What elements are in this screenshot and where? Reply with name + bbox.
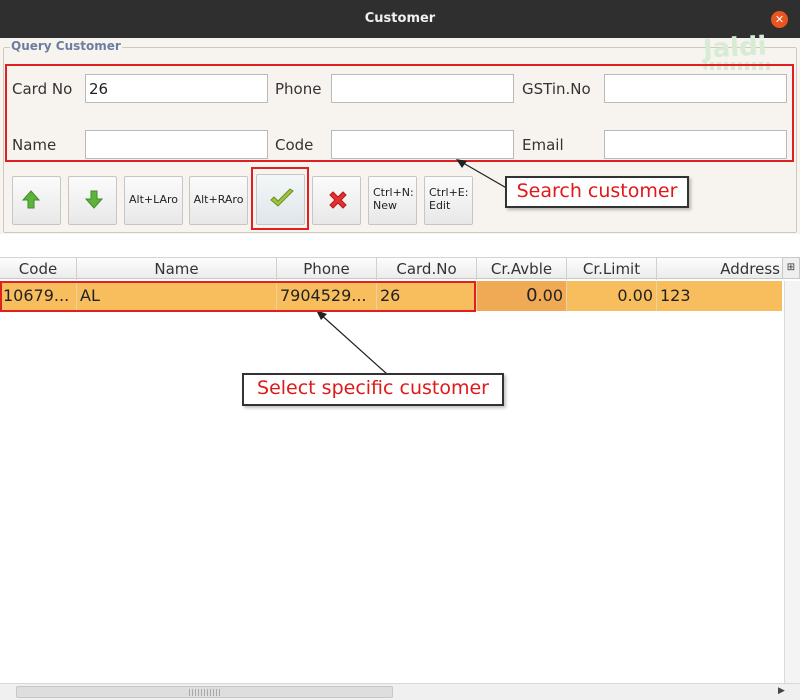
column-header-phone[interactable]: Phone <box>277 258 377 280</box>
ok-button[interactable] <box>256 174 305 225</box>
new-text: New <box>373 199 397 212</box>
cell-address: 123 <box>660 286 691 305</box>
edit-button[interactable]: Ctrl+E: Edit <box>424 176 473 225</box>
phone-label: Phone <box>275 80 322 98</box>
column-header-address[interactable]: Address <box>657 258 782 280</box>
cell-cr-avble[interactable]: 0.00 <box>477 281 567 311</box>
code-label: Code <box>275 136 314 154</box>
horizontal-scrollbar[interactable]: ▶ <box>0 683 800 700</box>
alt-left-button[interactable]: Alt+LAro <box>124 176 183 225</box>
edit-text: Edit <box>429 199 451 212</box>
cell-card-no: 26 <box>377 281 477 311</box>
search-customer-callout: Search customer <box>505 176 689 208</box>
cell-phone: 7904529... <box>277 281 377 311</box>
name-input[interactable] <box>85 130 268 159</box>
cell-cr-avble-dec: .00 <box>537 286 563 305</box>
window-titlebar: Customer ✕ <box>0 0 800 38</box>
column-header-cr-limit[interactable]: Cr.Limit <box>567 258 657 280</box>
column-header-cr-avble[interactable]: Cr.Avble <box>477 258 567 280</box>
query-legend: Query Customer <box>10 39 122 53</box>
move-up-button[interactable] <box>12 176 61 225</box>
select-arrow-head <box>316 310 327 320</box>
email-label: Email <box>522 136 564 154</box>
column-header-card-no[interactable]: Card.No <box>377 258 477 280</box>
cell-cr-limit: 0.00 <box>567 281 657 311</box>
table-row[interactable]: 10679... AL 7904529... 26 0.00 0.00 123 <box>0 281 782 311</box>
arrow-down-icon <box>84 190 104 209</box>
new-button-label: Ctrl+N: New <box>373 186 414 212</box>
watermark-logo: Jaldi <box>702 31 768 65</box>
name-label: Name <box>12 136 57 154</box>
edit-shortcut: Ctrl+E: <box>429 186 469 199</box>
watermark-decoration <box>703 62 773 70</box>
dialog-body: Query Customer Jaldi Card No Phone GSTin… <box>0 31 800 700</box>
alt-left-label: Alt+LAro <box>128 193 179 206</box>
column-header-name[interactable]: Name <box>77 258 277 280</box>
table-header: Code Name Phone Card.No Cr.Avble Cr.Limi… <box>0 257 782 280</box>
code-input[interactable] <box>331 130 514 159</box>
x-icon <box>329 191 347 209</box>
vertical-scrollbar[interactable]: ▼ <box>784 281 800 700</box>
column-header-code[interactable]: Code <box>0 258 77 280</box>
column-config-icon[interactable]: ⊞ <box>782 257 800 279</box>
edit-button-label: Ctrl+E: Edit <box>429 186 468 212</box>
alt-right-button[interactable]: Alt+RAro <box>189 176 248 225</box>
email-input[interactable] <box>604 130 787 159</box>
close-icon[interactable]: ✕ <box>771 11 788 28</box>
window-title: Customer <box>364 11 436 26</box>
card-no-input[interactable] <box>85 74 268 103</box>
scroll-grip <box>189 689 221 696</box>
cancel-button[interactable] <box>312 176 361 225</box>
gstin-input[interactable] <box>604 74 787 103</box>
new-shortcut: Ctrl+N: <box>373 186 414 199</box>
select-customer-callout: Select specific customer <box>242 373 504 406</box>
new-button[interactable]: Ctrl+N: New <box>368 176 417 225</box>
move-down-button[interactable] <box>68 176 117 225</box>
card-no-label: Card No <box>12 80 73 98</box>
select-arrow-line <box>317 311 388 375</box>
cell-code: 10679... <box>0 281 77 311</box>
gstin-label: GSTin.No <box>522 80 591 98</box>
checkmark-icon <box>270 188 294 207</box>
scroll-right-arrow-icon[interactable]: ▶ <box>778 686 785 696</box>
arrow-up-icon <box>21 190 41 209</box>
horizontal-scroll-thumb[interactable] <box>16 686 393 698</box>
alt-right-label: Alt+RAro <box>193 193 244 206</box>
cell-cr-avble-int: 0 <box>526 285 538 306</box>
cell-name: AL <box>77 281 277 311</box>
phone-input[interactable] <box>331 74 514 103</box>
